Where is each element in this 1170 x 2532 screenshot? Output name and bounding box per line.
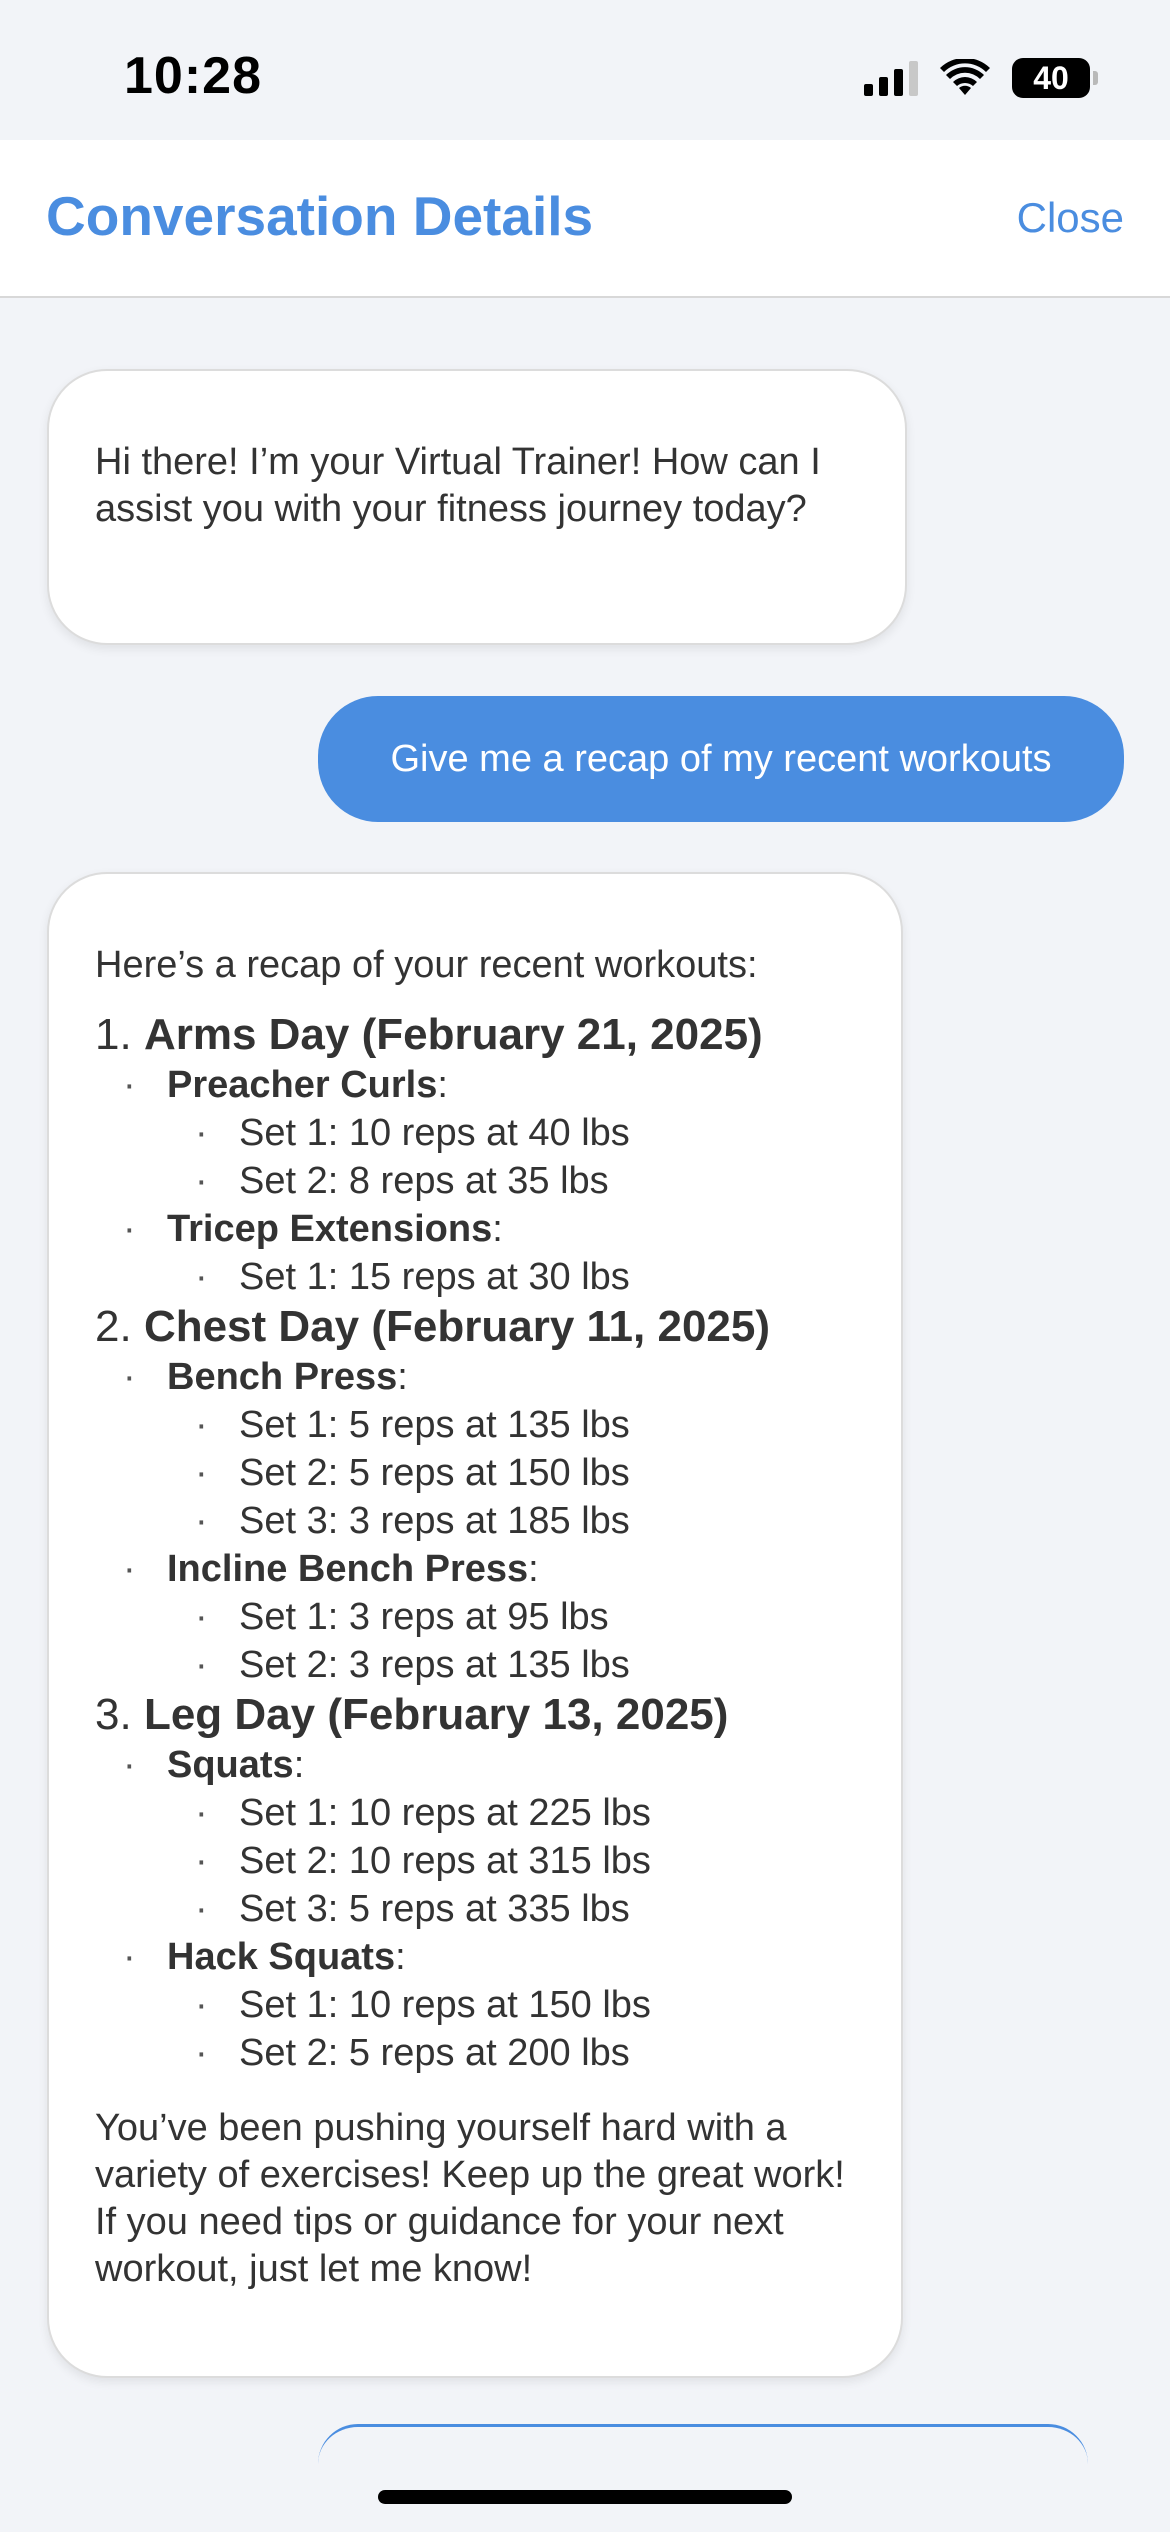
bot-recap-message: Here’s a recap of your recent workouts: …	[47, 872, 903, 2378]
set-item: · Set 2: 5 reps at 200 lbs	[195, 2032, 630, 2074]
set-item: · Set 2: 10 reps at 315 lbs	[195, 1840, 651, 1882]
exercise-name: Bench Press	[167, 1356, 398, 1398]
header: Conversation Details Close	[0, 140, 1170, 298]
set-text: Set 1: 5 reps at 135 lbs	[239, 1404, 630, 1446]
set-text: Set 1: 10 reps at 150 lbs	[239, 1984, 651, 2026]
status-time: 10:28	[124, 47, 262, 105]
close-button[interactable]: Close	[1017, 194, 1124, 242]
user-message: Give me a recap of my recent workouts	[318, 696, 1124, 822]
set-item: · Set 1: 10 reps at 40 lbs	[195, 1112, 630, 1154]
exercise-item: · Hack Squats:	[123, 1936, 406, 1978]
set-item: · Set 3: 5 reps at 335 lbs	[195, 1888, 630, 1930]
cellular-signal-icon	[864, 60, 918, 96]
message-text: Hi there! I’m your Virtual Trainer! How …	[95, 441, 821, 530]
set-item: · Set 1: 15 reps at 30 lbs	[195, 1256, 630, 1298]
set-text: Set 2: 10 reps at 315 lbs	[239, 1840, 651, 1882]
exercise-item: · Preacher Curls:	[123, 1064, 448, 1106]
day-number: 1.	[95, 1010, 132, 1059]
set-item: · Set 1: 3 reps at 95 lbs	[195, 1596, 609, 1638]
set-text: Set 2: 3 reps at 135 lbs	[239, 1644, 630, 1686]
set-text: Set 1: 3 reps at 95 lbs	[239, 1596, 609, 1638]
day-title: Leg Day (February 13, 2025)	[143, 1690, 729, 1739]
exercise-item: · Tricep Extensions:	[123, 1208, 503, 1250]
exercise-item: · Squats:	[123, 1744, 305, 1786]
set-item: · Set 3: 3 reps at 185 lbs	[195, 1500, 630, 1542]
battery-icon: 40	[1012, 58, 1098, 98]
set-text: Set 1: 15 reps at 30 lbs	[239, 1256, 630, 1298]
exercise-name: Preacher Curls	[167, 1064, 438, 1106]
set-text: Set 1: 10 reps at 225 lbs	[239, 1792, 651, 1834]
set-text: Set 2: 5 reps at 200 lbs	[239, 2032, 630, 2074]
set-item: · Set 1: 5 reps at 135 lbs	[195, 1404, 630, 1446]
set-text: Set 2: 5 reps at 150 lbs	[239, 1452, 630, 1494]
day-title: Arms Day (February 21, 2025)	[143, 1010, 763, 1059]
workout-day: 3. Leg Day (February 13, 2025)	[95, 1689, 855, 1741]
exercise-name: Squats	[167, 1744, 294, 1786]
workout-day: 2. Chest Day (February 11, 2025)	[95, 1301, 855, 1353]
set-item: · Set 2: 8 reps at 35 lbs	[195, 1160, 609, 1202]
wifi-icon	[940, 59, 990, 95]
day-number: 3.	[95, 1690, 132, 1739]
page-title: Conversation Details	[46, 185, 594, 247]
bot-message: Hi there! I’m your Virtual Trainer! How …	[47, 369, 907, 645]
set-text: Set 2: 8 reps at 35 lbs	[239, 1160, 609, 1202]
set-item: · Set 1: 10 reps at 150 lbs	[195, 1984, 651, 2026]
set-text: Set 3: 5 reps at 335 lbs	[239, 1888, 630, 1930]
set-item: · Set 1: 10 reps at 225 lbs	[195, 1792, 651, 1834]
home-indicator[interactable]	[378, 2490, 792, 2504]
exercise-item: · Incline Bench Press:	[123, 1548, 539, 1590]
set-text: Set 1: 10 reps at 40 lbs	[239, 1112, 630, 1154]
exercise-name: Tricep Extensions	[167, 1208, 493, 1250]
status-bar: 10:28 40	[0, 0, 1170, 140]
recap-outro: You’ve been pushing yourself hard with a…	[95, 2107, 845, 2290]
status-icons: 40	[864, 56, 1098, 100]
workout-day: 1. Arms Day (February 21, 2025)	[95, 1009, 855, 1061]
recap-intro: Here’s a recap of your recent workouts:	[95, 944, 758, 986]
exercise-name: Hack Squats	[167, 1936, 396, 1978]
day-number: 2.	[95, 1302, 132, 1351]
day-title: Chest Day (February 11, 2025)	[143, 1302, 771, 1351]
set-text: Set 3: 3 reps at 185 lbs	[239, 1500, 630, 1542]
set-item: · Set 2: 3 reps at 135 lbs	[195, 1644, 630, 1686]
exercise-item: · Bench Press:	[123, 1356, 408, 1398]
exercise-name: Incline Bench Press	[167, 1548, 529, 1590]
set-item: · Set 2: 5 reps at 150 lbs	[195, 1452, 630, 1494]
message-text: Give me a recap of my recent workouts	[390, 737, 1052, 780]
